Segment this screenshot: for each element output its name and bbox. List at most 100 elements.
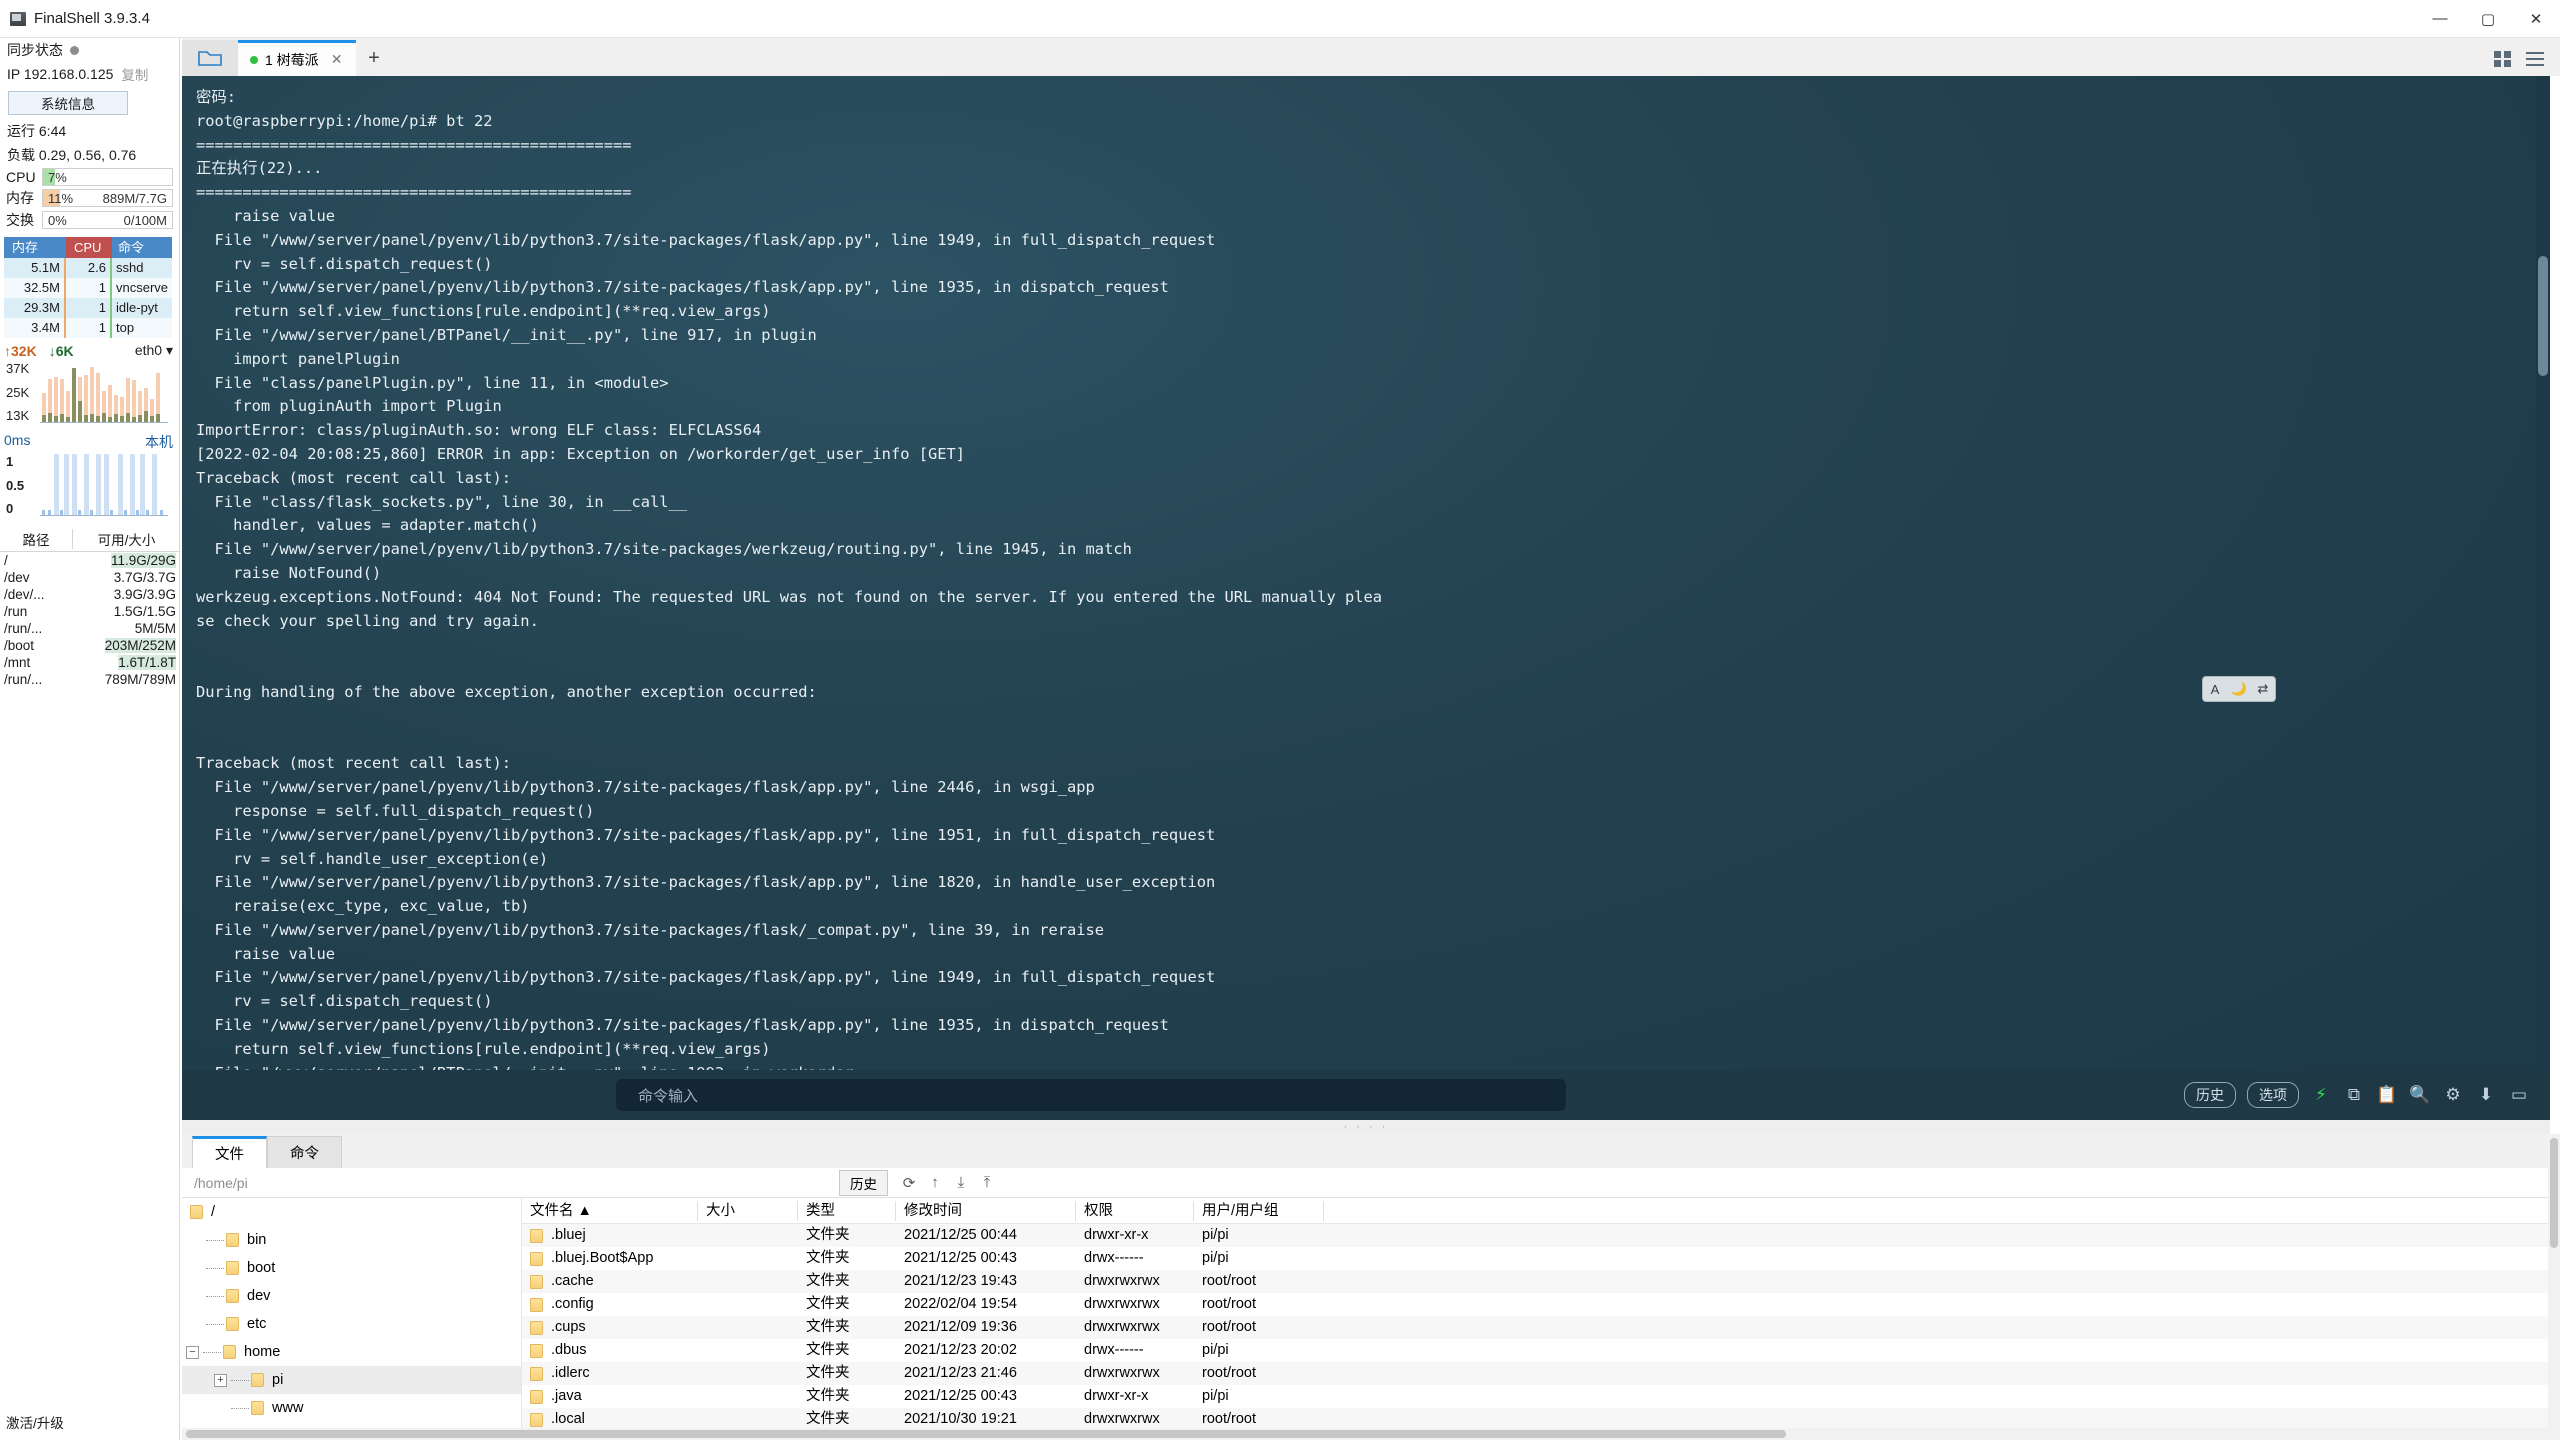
upload-file-icon[interactable]: ⤒: [974, 1174, 1000, 1191]
file-row[interactable]: .cups 文件夹 2021/12/09 19:36 drwxrwxrwx root/r…: [522, 1316, 2560, 1339]
table-row[interactable]: /run/... 789M/789M: [0, 671, 180, 688]
col-header-modified[interactable]: 修改时间: [896, 1200, 1076, 1221]
search-icon[interactable]: 🔍: [2409, 1085, 2431, 1105]
window-icon[interactable]: ▭: [2508, 1085, 2530, 1105]
file-row[interactable]: .cache 文件夹 2021/12/23 19:43 drwxrwxrwx root/…: [522, 1270, 2560, 1293]
file-type: 文件夹: [806, 1319, 850, 1335]
file-name: .cache: [551, 1273, 594, 1289]
terminal-output: 密码: root@raspberrypi:/home/pi# bt 22 ===…: [196, 88, 1383, 1105]
paste-icon[interactable]: 📋: [2376, 1085, 2398, 1105]
list-layout-icon[interactable]: [2526, 51, 2544, 67]
close-button[interactable]: ✕: [2512, 0, 2560, 38]
table-row[interactable]: /mnt 1.6T/1.8T: [0, 654, 180, 671]
table-row[interactable]: 32.5M 1 vncserve: [4, 278, 172, 298]
tree-connector: [206, 1239, 224, 1241]
file-path-input[interactable]: /home/pi: [182, 1175, 839, 1191]
command-options-button[interactable]: 选项: [2247, 1082, 2299, 1108]
tree-node-www[interactable]: www: [182, 1394, 521, 1422]
tab-files[interactable]: 文件: [192, 1136, 267, 1168]
terminal-scrollbar-thumb[interactable]: [2538, 256, 2548, 376]
file-modified: 2021/12/25 00:44: [904, 1227, 1017, 1243]
table-row[interactable]: /boot 203M/252M: [0, 637, 180, 654]
file-owner: root/root: [1202, 1273, 1256, 1289]
tree-node-label: pi: [272, 1372, 284, 1388]
table-row[interactable]: /dev/... 3.9G/3.9G: [0, 586, 180, 603]
network-interface-selector[interactable]: eth0 ▾: [135, 342, 173, 359]
table-row[interactable]: / 11.9G/29G: [0, 552, 180, 569]
tree-connector: [203, 1351, 221, 1353]
file-row[interactable]: .java 文件夹 2021/12/25 00:43 drwxr-xr-x pi/pi: [522, 1385, 2560, 1408]
compare-icon[interactable]: ⇄: [2252, 681, 2274, 697]
close-tab-icon[interactable]: ✕: [331, 51, 343, 68]
table-row[interactable]: /dev 3.7G/3.7G: [0, 569, 180, 586]
tree-node-dev[interactable]: dev: [182, 1282, 521, 1310]
font-size-icon[interactable]: A: [2204, 682, 2226, 697]
col-header-owner[interactable]: 用户/用户组: [1194, 1200, 1324, 1221]
cpu-meter-row: CPU 7%: [0, 167, 179, 187]
session-tab-label: 1 树莓派: [265, 51, 319, 68]
upload-arrow-icon[interactable]: ↑: [922, 1174, 948, 1191]
upload-arrow-icon: ↑: [4, 342, 11, 359]
table-row[interactable]: /run 1.5G/1.5G: [0, 603, 180, 620]
activate-upgrade-link[interactable]: 激活/升级: [6, 1412, 64, 1432]
file-row[interactable]: .dbus 文件夹 2021/12/23 20:02 drwx------ pi/pi: [522, 1339, 2560, 1362]
layout-controls: [2494, 51, 2560, 76]
command-input[interactable]: 命令输入: [616, 1079, 1566, 1111]
file-type: 文件夹: [806, 1342, 850, 1358]
process-col-memory[interactable]: 内存: [4, 237, 66, 258]
refresh-icon[interactable]: ⟳: [896, 1174, 922, 1192]
tab-commands[interactable]: 命令: [267, 1136, 342, 1168]
process-memory: 32.5M: [4, 278, 66, 298]
terminal-pane[interactable]: 密码: root@raspberrypi:/home/pi# bt 22 ===…: [182, 76, 2550, 1120]
col-header-filename[interactable]: 文件名 ▲: [522, 1200, 698, 1221]
file-row[interactable]: .bluej 文件夹 2021/12/25 00:44 drwxr-xr-x pi/pi: [522, 1224, 2560, 1247]
terminal-scrollbar[interactable]: [2536, 76, 2550, 1120]
network-upload-stat: ↑32K: [4, 343, 37, 359]
col-header-permissions[interactable]: 权限: [1076, 1200, 1194, 1221]
gear-icon[interactable]: ⚙: [2442, 1085, 2464, 1105]
file-list-horizontal-scrollbar-thumb[interactable]: [186, 1430, 1786, 1438]
file-row[interactable]: .bluej.Boot$App 文件夹 2021/12/25 00:43 drwx--…: [522, 1247, 2560, 1270]
copy-ip-button[interactable]: 复制: [121, 64, 148, 84]
table-row[interactable]: /run/... 5M/5M: [0, 620, 180, 637]
memory-meter-label: 内存: [6, 190, 34, 206]
bolt-icon[interactable]: ⚡: [2310, 1085, 2332, 1105]
tree-node-root[interactable]: /: [182, 1198, 521, 1226]
tree-node-home[interactable]: − home: [182, 1338, 521, 1366]
open-folder-icon[interactable]: [182, 40, 238, 76]
table-row[interactable]: 29.3M 1 idle-pyt: [4, 298, 172, 318]
table-row[interactable]: 5.1M 2.6 sshd: [4, 258, 172, 278]
tree-node-pi[interactable]: + pi: [182, 1366, 521, 1394]
moon-icon[interactable]: 🌙: [2228, 681, 2250, 697]
grid-layout-icon[interactable]: [2494, 51, 2512, 67]
file-panel-scrollbar-thumb[interactable]: [2550, 1138, 2558, 1248]
pane-splitter-handle[interactable]: · · · ·: [182, 1120, 2550, 1134]
file-history-button[interactable]: 历史: [839, 1169, 888, 1196]
file-row[interactable]: .idlerc 文件夹 2021/12/23 21:46 drwxrwxrwx root…: [522, 1362, 2560, 1385]
download-icon[interactable]: ⬇: [2475, 1085, 2497, 1105]
session-tab-1[interactable]: 1 树莓派 ✕: [238, 40, 356, 76]
col-header-type[interactable]: 类型: [798, 1200, 896, 1221]
tree-node-boot[interactable]: boot: [182, 1254, 521, 1282]
download-file-icon[interactable]: ⤓: [948, 1174, 974, 1191]
file-row[interactable]: .config 文件夹 2022/02/04 19:54 drwxrwxrwx root…: [522, 1293, 2560, 1316]
system-info-button[interactable]: 系统信息: [8, 91, 128, 115]
process-col-command[interactable]: 命令: [112, 237, 172, 258]
tree-connector: [206, 1267, 224, 1269]
minimize-button[interactable]: —: [2416, 0, 2464, 38]
tree-node-etc[interactable]: etc: [182, 1310, 521, 1338]
new-tab-button[interactable]: +: [356, 40, 392, 76]
collapse-icon[interactable]: −: [186, 1345, 199, 1359]
table-row[interactable]: 3.4M 1 top: [4, 318, 172, 338]
file-permissions: drwxr-xr-x: [1084, 1227, 1149, 1243]
command-history-button[interactable]: 历史: [2184, 1082, 2236, 1108]
tree-node-bin[interactable]: bin: [182, 1226, 521, 1254]
file-panel-scrollbar[interactable]: [2548, 1134, 2560, 1440]
maximize-button[interactable]: ▢: [2464, 0, 2512, 38]
expand-icon[interactable]: +: [214, 1373, 227, 1387]
file-list-horizontal-scrollbar[interactable]: [182, 1428, 2560, 1440]
col-header-size[interactable]: 大小: [698, 1200, 798, 1221]
latency-graph-axis: 1 0.5 0: [6, 454, 24, 516]
process-col-cpu[interactable]: CPU: [66, 237, 112, 258]
copy-icon[interactable]: ⧉: [2343, 1085, 2365, 1105]
